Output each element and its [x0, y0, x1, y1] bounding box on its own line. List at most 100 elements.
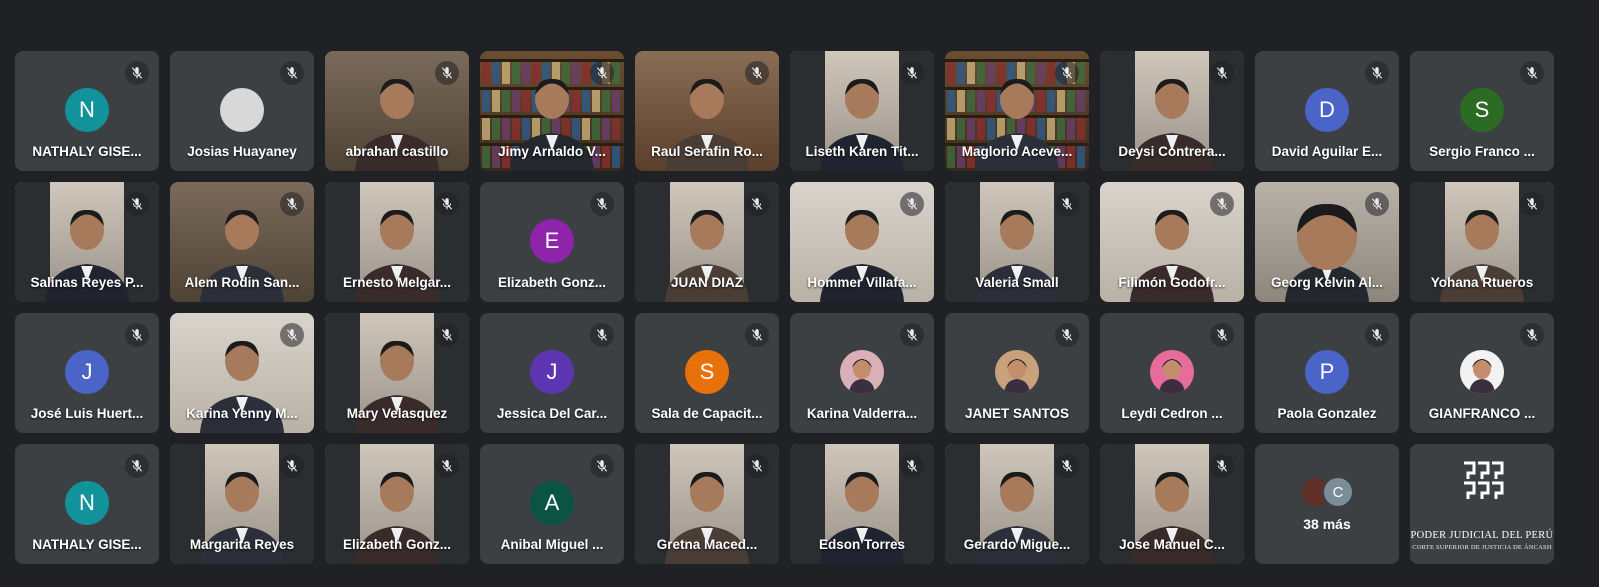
participant-tile[interactable]: J José Luis Huert...	[15, 313, 159, 433]
participant-tile[interactable]: Liseth Karen Tit...	[790, 51, 934, 171]
participant-tile[interactable]: Jimy Arnaldo V...	[480, 51, 624, 171]
participant-tile[interactable]: Valeria Small	[945, 182, 1089, 302]
participant-tile[interactable]: N NATHALY GISE...	[15, 51, 159, 171]
participant-tile[interactable]: S Sala de Capacit...	[635, 313, 779, 433]
participant-name: Jessica Del Car...	[496, 406, 608, 421]
participant-tile[interactable]: Yohana Rtueros	[1410, 182, 1554, 302]
participant-tile[interactable]: Filimón Godofr...	[1100, 182, 1244, 302]
participant-tile[interactable]: JUAN DIAZ	[635, 182, 779, 302]
avatar	[840, 350, 884, 394]
participant-tile[interactable]: J Jessica Del Car...	[480, 313, 624, 433]
participant-name: Maglorio Aceve...	[961, 144, 1073, 159]
logo-subtitle: CORTE SUPERIOR DE JUSTICIA DE ÁNCASH	[1412, 544, 1552, 551]
participant-name: Margarita Reyes	[189, 537, 295, 552]
participant-name: Deysi Contrera...	[1118, 144, 1226, 159]
mic-off-icon	[280, 323, 304, 347]
participant-name: NATHALY GISE...	[32, 537, 142, 552]
participant-tile[interactable]: N NATHALY GISE...	[15, 444, 159, 564]
participant-tile[interactable]: Karina Valderra...	[790, 313, 934, 433]
participant-tile[interactable]: Gerardo Migue...	[945, 444, 1089, 564]
participant-tile[interactable]: Josias Huayaney	[170, 51, 314, 171]
avatar: S	[1460, 88, 1504, 132]
participant-tile[interactable]: E Elizabeth Gonz...	[480, 182, 624, 302]
mic-off-icon	[900, 454, 924, 478]
mic-off-icon	[280, 61, 304, 85]
participant-name: Hommer Villafa...	[807, 275, 917, 290]
participant-name: NATHALY GISE...	[32, 144, 142, 159]
mic-off-icon	[590, 61, 614, 85]
participant-tile[interactable]: Georg Kelvin Al...	[1255, 182, 1399, 302]
mic-off-icon	[745, 192, 769, 216]
avatar: C	[1322, 476, 1354, 508]
participant-tile[interactable]: Raul Serafin Ro...	[635, 51, 779, 171]
mic-off-icon	[900, 61, 924, 85]
avatar	[995, 350, 1039, 394]
participant-name: Valeria Small	[975, 275, 1059, 290]
participant-name: Salinas Reyes P...	[30, 275, 144, 290]
mic-off-icon	[1055, 454, 1079, 478]
participant-tile[interactable]: Leydi Cedron ...	[1100, 313, 1244, 433]
participant-tile[interactable]: Jose Manuel C...	[1100, 444, 1244, 564]
participant-tile[interactable]: Mary Velasquez	[325, 313, 469, 433]
participant-tile[interactable]: Ernesto Melgar...	[325, 182, 469, 302]
participant-tile[interactable]: Karina Yenny M...	[170, 313, 314, 433]
mic-off-icon	[1520, 323, 1544, 347]
mic-off-icon	[435, 323, 459, 347]
mic-off-icon	[125, 323, 149, 347]
mic-off-icon	[1520, 192, 1544, 216]
mic-off-icon	[1365, 192, 1389, 216]
participant-name: Gerardo Migue...	[963, 537, 1071, 552]
participant-name: abrahan castillo	[345, 144, 449, 159]
participant-name: Karina Yenny M...	[186, 406, 298, 421]
participant-tile[interactable]: JANET SANTOS	[945, 313, 1089, 433]
mic-off-icon	[1055, 323, 1079, 347]
participant-name: Edson Torres	[818, 537, 906, 552]
poder-judicial-logo-icon	[1464, 461, 1504, 499]
avatar: D	[1305, 88, 1349, 132]
avatar: J	[65, 350, 109, 394]
participant-tile[interactable]: Deysi Contrera...	[1100, 51, 1244, 171]
participant-tile[interactable]: Edson Torres	[790, 444, 934, 564]
participant-name: Anibal Miguel ...	[500, 537, 604, 552]
participant-tile[interactable]: Elizabeth Gonz...	[325, 444, 469, 564]
participant-tile[interactable]: Gretna Maced...	[635, 444, 779, 564]
participant-name: Gretna Maced...	[656, 537, 758, 552]
participant-tile[interactable]: Maglorio Aceve...	[945, 51, 1089, 171]
avatar: P	[1305, 350, 1349, 394]
participant-tile[interactable]: P Paola Gonzalez	[1255, 313, 1399, 433]
participant-name: Paola Gonzalez	[1277, 406, 1377, 421]
participant-tile[interactable]: Margarita Reyes	[170, 444, 314, 564]
participant-tile[interactable]: S Sergio Franco ...	[1410, 51, 1554, 171]
avatar: A	[530, 481, 574, 525]
participant-tile[interactable]: abrahan castillo	[325, 51, 469, 171]
avatar: E	[530, 219, 574, 263]
logo-title: PODER JUDICIAL DEL PERÚ	[1410, 530, 1554, 541]
mic-off-icon	[125, 454, 149, 478]
participant-name: GIANFRANCO ...	[1428, 406, 1536, 421]
mic-off-icon	[1210, 192, 1234, 216]
avatar	[220, 88, 264, 132]
participant-tile[interactable]: Hommer Villafa...	[790, 182, 934, 302]
participant-tile[interactable]: Salinas Reyes P...	[15, 182, 159, 302]
participant-tile[interactable]: Alem Rodin San...	[170, 182, 314, 302]
participant-name: Elizabeth Gonz...	[342, 537, 451, 552]
mic-off-icon	[1365, 61, 1389, 85]
logo-tile[interactable]: PODER JUDICIAL DEL PERÚ CORTE SUPERIOR DE…	[1410, 444, 1554, 564]
participant-name: Ernesto Melgar...	[342, 275, 452, 290]
mic-off-icon	[745, 323, 769, 347]
mic-off-icon	[1210, 323, 1234, 347]
mic-off-icon	[435, 61, 459, 85]
mic-off-icon	[1365, 323, 1389, 347]
participant-name: Josias Huayaney	[187, 144, 297, 159]
participant-name: Jose Manuel C...	[1119, 537, 1225, 552]
participant-tile[interactable]: A Anibal Miguel ...	[480, 444, 624, 564]
avatar: N	[65, 481, 109, 525]
participant-tile[interactable]: GIANFRANCO ...	[1410, 313, 1554, 433]
avatar	[1150, 350, 1194, 394]
participant-name: Mary Velasquez	[346, 406, 448, 421]
more-participants-tile[interactable]: C 38 más	[1255, 444, 1399, 564]
participant-grid: N NATHALY GISE... Josias Huayaney abrahan …	[15, 51, 1554, 564]
participant-tile[interactable]: D David Aguilar E...	[1255, 51, 1399, 171]
participant-name: Filimón Godofr...	[1118, 275, 1226, 290]
participant-name: JUAN DIAZ	[670, 275, 743, 290]
